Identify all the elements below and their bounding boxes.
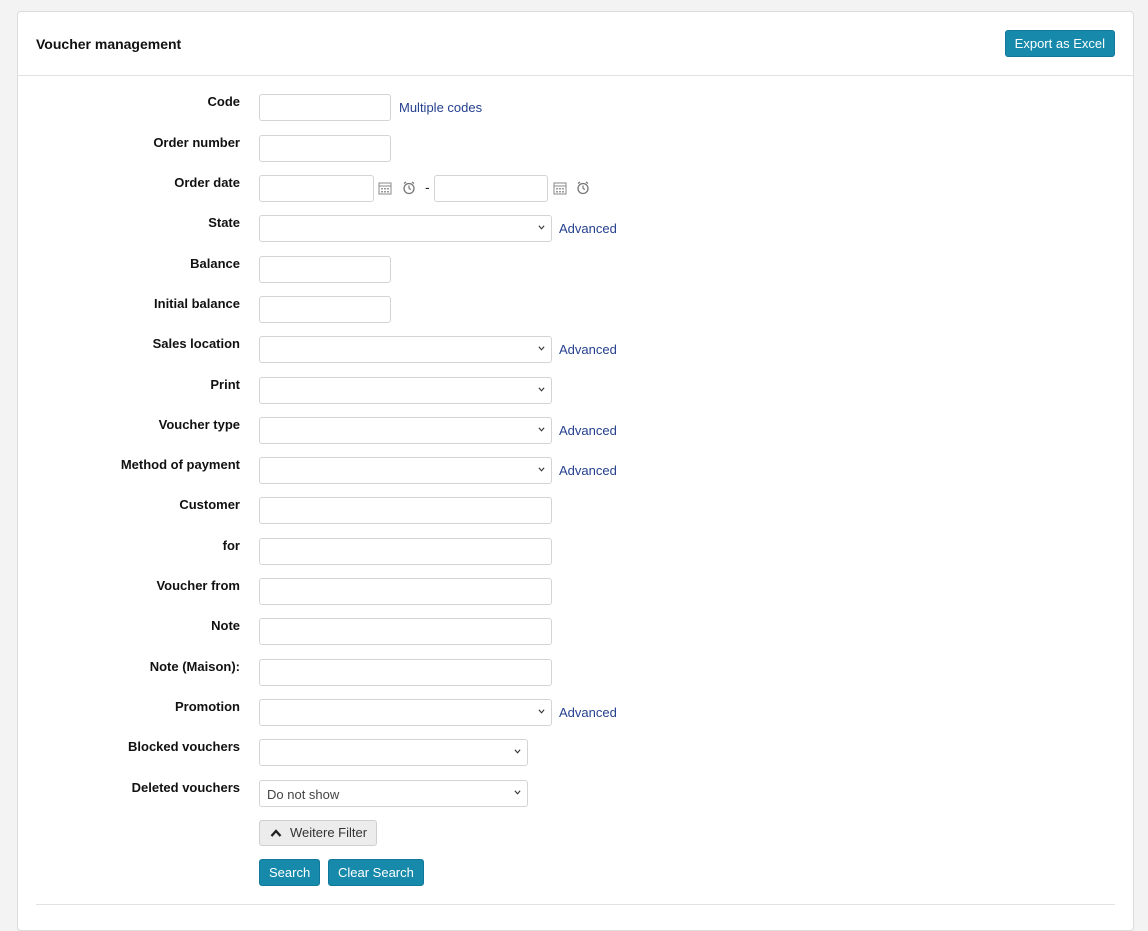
balance-input[interactable] — [259, 256, 391, 283]
sales-location-row: Sales location Advanced — [18, 336, 1133, 364]
note-label: Note — [211, 618, 240, 633]
divider — [36, 904, 1115, 905]
voucher-from-row: Voucher from — [18, 578, 1133, 606]
order-date-label: Order date — [174, 175, 240, 190]
deleted-vouchers-row: Deleted vouchers Do not show — [18, 780, 1133, 808]
clock-icon[interactable] — [402, 181, 416, 195]
voucher-from-input[interactable] — [259, 578, 552, 605]
sales-location-select[interactable] — [259, 336, 552, 363]
for-row: for — [18, 538, 1133, 566]
blocked-vouchers-row: Blocked vouchers — [18, 739, 1133, 767]
deleted-vouchers-label: Deleted vouchers — [131, 780, 240, 795]
chevron-down-icon — [538, 346, 545, 351]
state-row: State Advanced — [18, 215, 1133, 243]
voucher-type-row: Voucher type Advanced — [18, 417, 1133, 445]
voucher-type-label: Voucher type — [158, 417, 240, 432]
state-advanced-link[interactable]: Advanced — [559, 221, 617, 236]
panel-header: Voucher management Export as Excel — [18, 12, 1133, 76]
customer-input[interactable] — [259, 497, 552, 524]
clear-search-button[interactable]: Clear Search — [328, 859, 424, 886]
order-date-row: Order date - — [18, 175, 1133, 203]
order-date-from-input[interactable] — [259, 175, 374, 202]
order-number-row: Order number — [18, 135, 1133, 163]
state-select[interactable] — [259, 215, 552, 242]
chevron-down-icon — [538, 709, 545, 714]
print-label: Print — [210, 377, 240, 392]
chevron-down-icon — [514, 749, 521, 754]
more-filters-label: Weitere Filter — [290, 825, 368, 840]
method-of-payment-label: Method of payment — [120, 457, 240, 472]
note-maison-row: Note (Maison): — [18, 659, 1133, 687]
more-filters-button[interactable]: Weitere Filter — [259, 820, 378, 846]
voucher-type-advanced-link[interactable]: Advanced — [559, 423, 617, 438]
code-input[interactable] — [259, 94, 391, 121]
promotion-select[interactable] — [259, 699, 552, 726]
chevron-down-icon — [514, 790, 521, 795]
note-maison-label: Note (Maison): — [149, 659, 240, 674]
print-select[interactable] — [259, 377, 552, 404]
sales-location-advanced-link[interactable]: Advanced — [559, 342, 617, 357]
deleted-vouchers-value: Do not show — [267, 787, 340, 802]
multiple-codes-link[interactable]: Multiple codes — [399, 100, 482, 115]
calendar-icon[interactable] — [553, 181, 567, 195]
chevron-down-icon — [538, 225, 545, 230]
chevron-down-icon — [538, 387, 545, 392]
clock-icon[interactable] — [576, 181, 590, 195]
method-of-payment-row: Method of payment Advanced — [18, 457, 1133, 485]
order-number-label: Order number — [153, 135, 240, 150]
export-excel-button[interactable]: Export as Excel — [1004, 30, 1115, 57]
voucher-from-label: Voucher from — [156, 578, 240, 593]
customer-row: Customer — [18, 497, 1133, 525]
for-label: for — [222, 538, 240, 553]
initial-balance-label: Initial balance — [154, 296, 240, 311]
initial-balance-input[interactable] — [259, 296, 391, 323]
order-date-to-input[interactable] — [434, 175, 548, 202]
deleted-vouchers-select[interactable]: Do not show — [259, 780, 528, 807]
state-label: State — [208, 215, 240, 230]
code-row: Code Multiple codes — [18, 94, 1133, 122]
search-button[interactable]: Search — [259, 859, 321, 886]
method-of-payment-advanced-link[interactable]: Advanced — [559, 463, 617, 478]
voucher-management-panel: Voucher management Export as Excel Code … — [17, 11, 1134, 931]
balance-label: Balance — [190, 256, 240, 271]
chevron-down-icon — [538, 467, 545, 472]
voucher-type-select[interactable] — [259, 417, 552, 444]
sales-location-label: Sales location — [152, 336, 240, 351]
for-input[interactable] — [259, 538, 552, 565]
blocked-vouchers-label: Blocked vouchers — [128, 739, 240, 754]
note-input[interactable] — [259, 618, 552, 645]
method-of-payment-select[interactable] — [259, 457, 552, 484]
date-range-separator: - — [425, 179, 430, 195]
promotion-label: Promotion — [175, 699, 240, 714]
note-row: Note — [18, 618, 1133, 646]
print-row: Print — [18, 377, 1133, 405]
code-label: Code — [207, 94, 241, 109]
calendar-icon[interactable] — [378, 181, 392, 195]
customer-label: Customer — [179, 497, 240, 512]
order-number-input[interactable] — [259, 135, 391, 162]
promotion-advanced-link[interactable]: Advanced — [559, 705, 617, 720]
balance-row: Balance — [18, 256, 1133, 284]
chevron-down-icon — [538, 427, 545, 432]
chevron-up-icon — [270, 829, 282, 837]
note-maison-input[interactable] — [259, 659, 552, 686]
blocked-vouchers-select[interactable] — [259, 739, 528, 766]
initial-balance-row: Initial balance — [18, 296, 1133, 324]
promotion-row: Promotion Advanced — [18, 699, 1133, 727]
page-title: Voucher management — [36, 36, 182, 52]
